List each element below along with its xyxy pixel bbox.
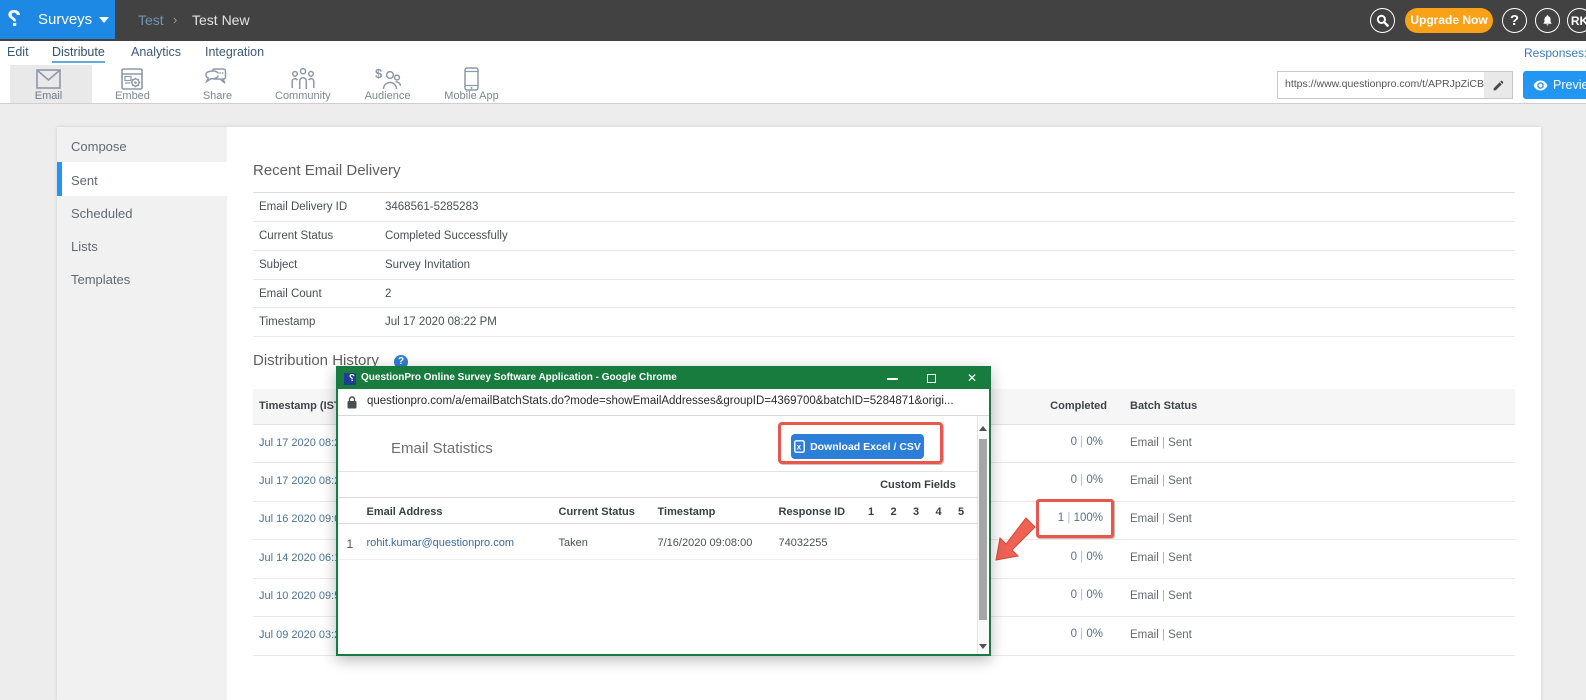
svg-text:$: $ [375,67,383,81]
